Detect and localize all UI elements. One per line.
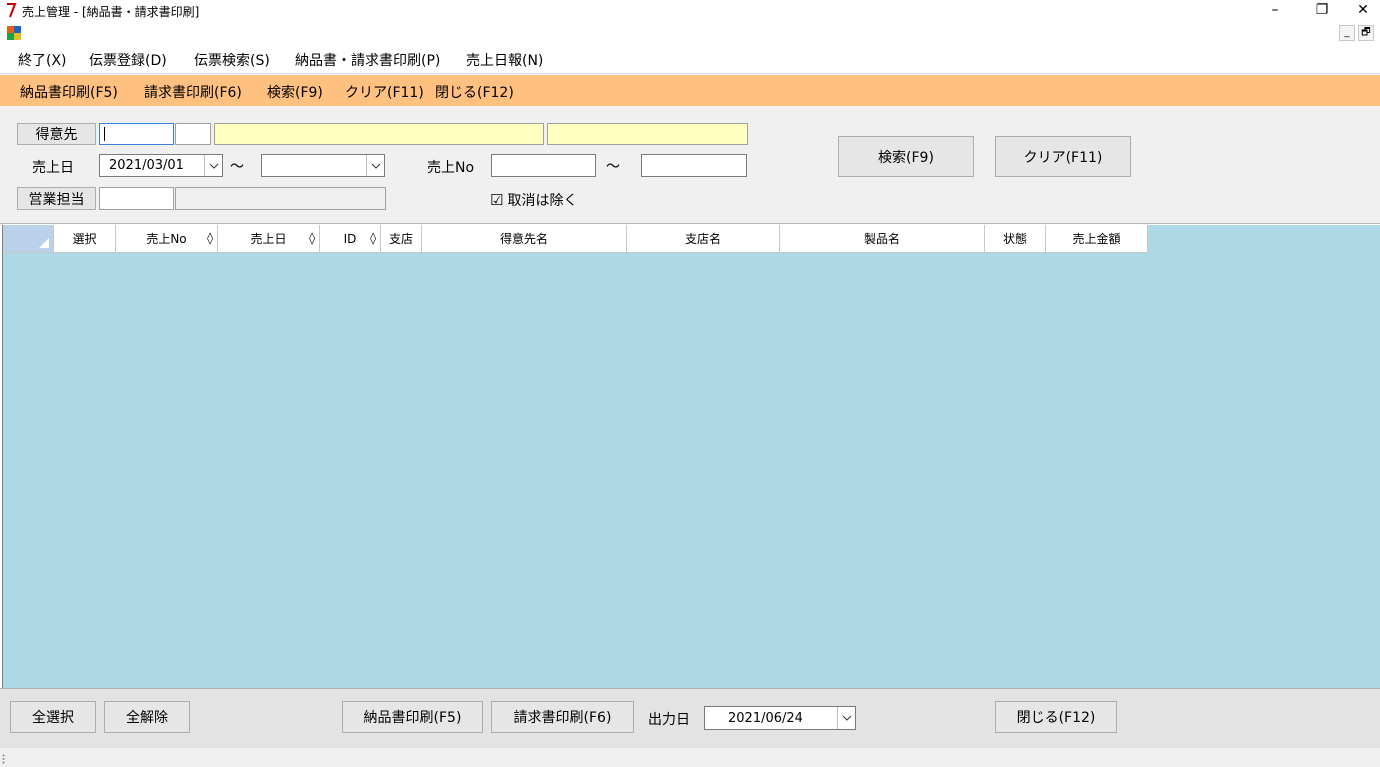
sort-icon: ◊ <box>207 231 213 245</box>
menu-slip-register[interactable]: 伝票登録(D) <box>89 50 167 70</box>
close-button[interactable]: 閉じる(F12) <box>995 701 1117 733</box>
restore-button[interactable]: ❐ <box>1299 0 1345 22</box>
toolbar-close[interactable]: 閉じる(F12) <box>435 82 514 102</box>
staff-code-input[interactable] <box>99 187 174 210</box>
print-invoice-button[interactable]: 請求書印刷(F6) <box>491 701 634 733</box>
select-all-button[interactable]: 全選択 <box>10 701 96 733</box>
menu-bar: 終了(X) 伝票登録(D) 伝票検索(S) 納品書・請求書印刷(P) 売上日報(… <box>0 44 1380 74</box>
title-bar: 売上管理 - [納品書・請求書印刷] – ❐ ✕ <box>0 0 1380 22</box>
clear-button[interactable]: クリア(F11) <box>995 136 1131 177</box>
menu-slip-search[interactable]: 伝票検索(S) <box>194 50 270 70</box>
search-panel: 得意先 売上日 2021/03/01 ～ 売上No ～ 営業担当 ☑ 取消は除く… <box>0 106 1380 224</box>
mdi-control-row: _ 🗗 <box>0 22 1380 44</box>
checkbox-checked-icon: ☑ <box>490 191 504 209</box>
chevron-down-icon[interactable] <box>366 155 384 176</box>
customer-button[interactable]: 得意先 <box>17 123 96 145</box>
customer-name-field <box>214 123 544 145</box>
mdi-minimize-button[interactable]: _ <box>1339 25 1355 41</box>
staff-button[interactable]: 営業担当 <box>17 187 96 210</box>
window-title: 売上管理 - [納品書・請求書印刷] <box>22 5 200 19</box>
toolbar: 納品書印刷(F5) 請求書印刷(F6) 検索(F9) クリア(F11) 閉じる(… <box>0 75 1380 106</box>
column-header-customer-name[interactable]: 得意先名 <box>422 225 627 253</box>
chevron-down-icon[interactable] <box>837 707 855 729</box>
minimize-icon: – <box>1271 2 1279 18</box>
exclude-cancel-label: 取消は除く <box>507 193 578 209</box>
grip-icon <box>2 754 5 764</box>
grid-corner-select-all[interactable] <box>3 225 54 253</box>
app-icon <box>7 3 17 18</box>
deselect-all-button[interactable]: 全解除 <box>104 701 190 733</box>
menu-print[interactable]: 納品書・請求書印刷(P) <box>295 50 440 70</box>
column-header-status[interactable]: 状態 <box>985 225 1046 253</box>
date-range-tilde: ～ <box>230 159 244 175</box>
toolbar-print-invoice[interactable]: 請求書印刷(F6) <box>144 82 242 102</box>
column-header-product-name[interactable]: 製品名 <box>780 225 985 253</box>
menu-exit[interactable]: 終了(X) <box>18 50 67 70</box>
column-header-branch-name[interactable]: 支店名 <box>627 225 780 253</box>
sales-date-from-value: 2021/03/01 <box>109 158 184 173</box>
search-button[interactable]: 検索(F9) <box>838 136 974 177</box>
close-window-button[interactable]: ✕ <box>1346 0 1380 22</box>
column-header-sales-amount[interactable]: 売上金額 <box>1046 225 1148 253</box>
sales-date-from-picker[interactable]: 2021/03/01 <box>99 154 223 177</box>
sales-date-to-picker[interactable] <box>261 154 385 177</box>
customer-code-input[interactable] <box>99 123 174 145</box>
sales-no-from-input[interactable] <box>491 154 596 177</box>
form-icon <box>7 26 21 40</box>
sales-no-label: 売上No <box>427 160 475 176</box>
corner-triangle-icon <box>39 238 49 248</box>
print-delivery-button[interactable]: 納品書印刷(F5) <box>342 701 483 733</box>
sales-grid[interactable]: 選択 売上No ◊ 売上日 ◊ ID ◊ 支店 得意先名 支店名 製品名 状態 売上金… <box>2 225 1380 688</box>
toolbar-print-delivery[interactable]: 納品書印刷(F5) <box>20 82 118 102</box>
minimize-button[interactable]: – <box>1252 0 1298 22</box>
toolbar-search[interactable]: 検索(F9) <box>267 82 323 102</box>
sort-icon: ◊ <box>370 231 376 245</box>
toolbar-clear[interactable]: クリア(F11) <box>345 82 424 102</box>
exclude-cancel-checkbox[interactable]: ☑ 取消は除く <box>490 190 577 210</box>
customer-sub-code-input[interactable] <box>175 123 211 145</box>
menu-daily-report[interactable]: 売上日報(N) <box>466 50 543 70</box>
sales-date-label: 売上日 <box>32 160 74 176</box>
bottom-panel: 全選択 全解除 納品書印刷(F5) 請求書印刷(F6) 出力日 2021/06/… <box>0 688 1380 748</box>
restore-icon: ❐ <box>1315 2 1329 18</box>
output-date-picker[interactable]: 2021/06/24 <box>704 706 856 730</box>
column-header-sales-no[interactable]: 売上No ◊ <box>116 225 218 253</box>
chevron-down-icon[interactable] <box>204 155 222 176</box>
mdi-restore-icon: 🗗 <box>1361 27 1371 38</box>
customer-branch-field <box>547 123 748 145</box>
output-date-value: 2021/06/24 <box>728 710 803 726</box>
sales-no-range-tilde: ～ <box>606 159 620 175</box>
column-header-branch[interactable]: 支店 <box>381 225 422 253</box>
mdi-minimize-icon: _ <box>1344 27 1350 38</box>
sales-no-to-input[interactable] <box>641 154 747 177</box>
output-date-label: 出力日 <box>648 712 690 728</box>
mdi-restore-button[interactable]: 🗗 <box>1358 25 1374 41</box>
column-header-select[interactable]: 選択 <box>54 225 116 253</box>
sort-icon: ◊ <box>309 231 315 245</box>
grid-header: 選択 売上No ◊ 売上日 ◊ ID ◊ 支店 得意先名 支店名 製品名 状態 売上金… <box>3 225 1148 253</box>
column-header-id[interactable]: ID ◊ <box>320 225 381 253</box>
staff-name-field <box>175 187 386 210</box>
close-icon: ✕ <box>1357 2 1369 18</box>
column-header-sales-date[interactable]: 売上日 ◊ <box>218 225 320 253</box>
status-bar <box>0 748 1380 767</box>
